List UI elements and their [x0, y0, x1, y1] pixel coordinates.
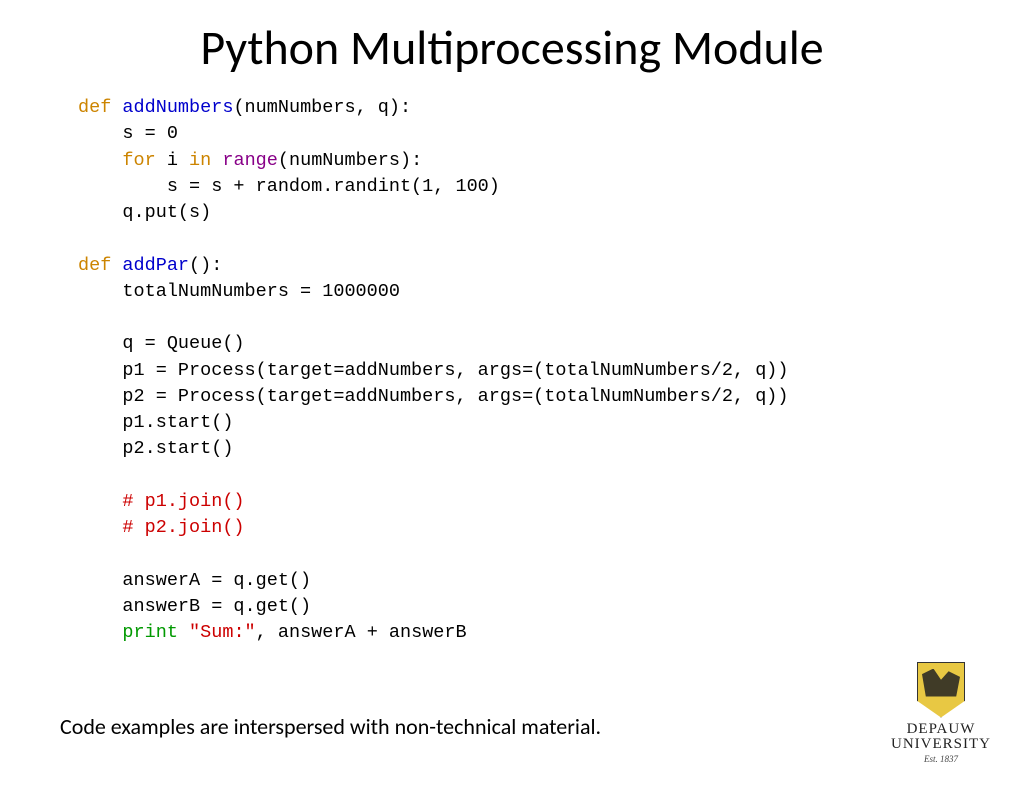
code-line: s = 0	[78, 123, 178, 144]
code-text: (numNumbers):	[278, 150, 422, 171]
logo-line2: UNIVERSITY	[886, 737, 996, 753]
code-text: i	[156, 150, 189, 171]
code-text	[178, 622, 189, 643]
code-text	[211, 150, 222, 171]
logo-est: Est. 1837	[886, 754, 996, 764]
code-line: p1 = Process(target=addNumbers, args=(to…	[78, 360, 789, 381]
string-literal: "Sum:"	[189, 622, 256, 643]
keyword-print: print	[122, 622, 178, 643]
code-line: answerA = q.get()	[78, 570, 311, 591]
keyword-for: for	[122, 150, 155, 171]
code-line: p2 = Process(target=addNumbers, args=(to…	[78, 386, 789, 407]
function-name: addPar	[122, 255, 189, 276]
code-line: answerB = q.get()	[78, 596, 311, 617]
code-line: p1.start()	[78, 412, 233, 433]
code-line: p2.start()	[78, 438, 233, 459]
code-text	[78, 622, 122, 643]
function-name: addNumbers	[122, 97, 233, 118]
builtin-range: range	[222, 150, 278, 171]
footer-caption: Code examples are interspersed with non-…	[60, 713, 601, 740]
code-text: , answerA + answerB	[256, 622, 467, 643]
logo-line1: DEPAUW	[886, 722, 996, 738]
code-line: s = s + random.randint(1, 100)	[78, 176, 500, 197]
code-text: (numNumbers, q):	[233, 97, 411, 118]
code-comment: # p1.join()	[78, 491, 245, 512]
keyword-def: def	[78, 255, 111, 276]
shield-icon	[917, 662, 965, 718]
code-line: totalNumNumbers = 1000000	[78, 281, 400, 302]
code-line: q = Queue()	[78, 333, 245, 354]
code-line: q.put(s)	[78, 202, 211, 223]
keyword-in: in	[189, 150, 211, 171]
slide-title: Python Multiprocessing Module	[0, 18, 1024, 77]
code-comment: # p2.join()	[78, 517, 245, 538]
keyword-def: def	[78, 97, 111, 118]
code-text: ():	[189, 255, 222, 276]
university-logo: DEPAUW UNIVERSITY Est. 1837	[886, 662, 996, 765]
code-block: def addNumbers(numNumbers, q): s = 0 for…	[78, 95, 1024, 647]
